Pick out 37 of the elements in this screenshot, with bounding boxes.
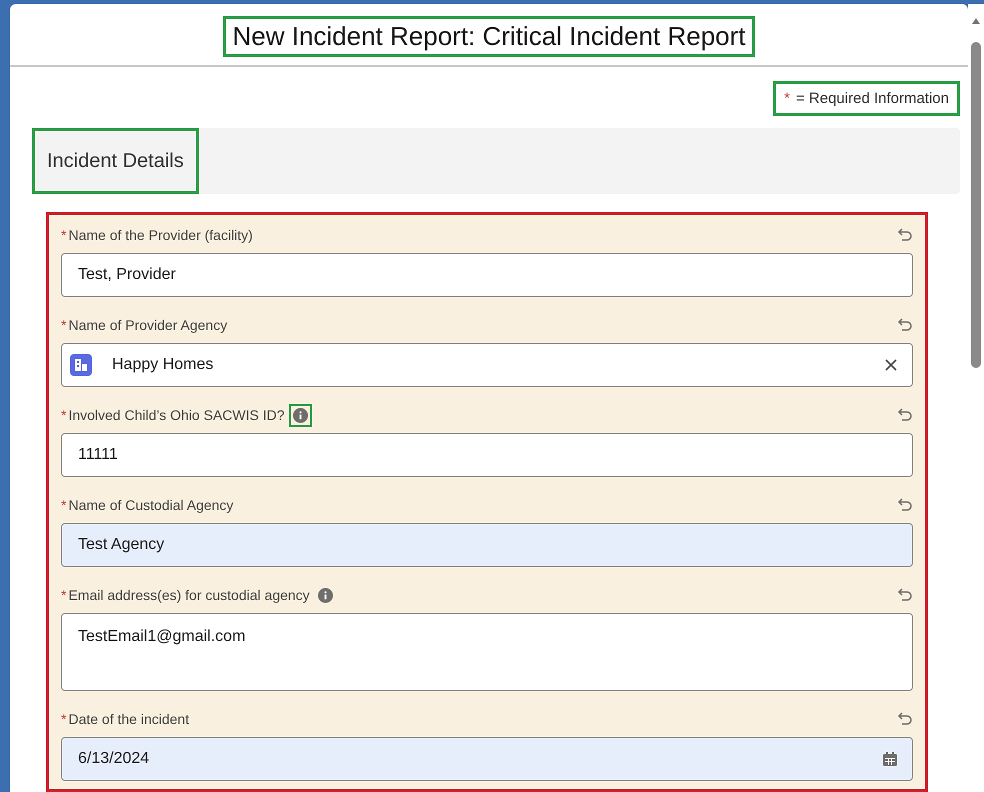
text-field[interactable]: Test Agency [61,523,913,567]
required-mark: * [61,227,66,243]
building-icon [70,354,92,376]
required-mark: * [784,90,790,107]
field-value: 6/13/2024 [78,750,150,768]
undo-icon[interactable] [897,711,913,727]
scroll-thumb[interactable] [971,42,981,368]
field-label: Involved Child’s Ohio SACWIS ID? [68,407,285,423]
text-field[interactable]: Test, Provider [61,253,913,297]
undo-icon[interactable] [897,407,913,423]
required-mark: * [61,587,66,603]
required-mark: * [61,407,66,423]
undo-icon[interactable] [897,497,913,513]
undo-icon[interactable] [897,227,913,243]
section-title: Incident Details [32,128,199,194]
field-value: Happy Homes [112,356,214,374]
dialog-title: New Incident Report: Critical Incident Report [223,16,754,57]
field-label: Email address(es) for custodial agency [68,587,310,603]
field-label: Date of the incident [68,711,190,727]
scrollbar[interactable] [968,4,984,792]
field-label: Name of Provider Agency [68,317,228,333]
close-icon[interactable] [884,358,898,372]
field-label: Name of Custodial Agency [68,497,234,513]
required-mark: * [61,497,66,513]
undo-icon[interactable] [897,317,913,333]
calendar-icon[interactable] [882,751,898,767]
required-mark: * [61,711,66,727]
required-mark: * [61,317,66,333]
lookup-field[interactable]: Happy Homes [61,343,913,387]
text-field[interactable]: 11111 [61,433,913,477]
required-note-text: = Required Information [796,90,949,107]
info-icon[interactable] [318,588,333,602]
undo-icon[interactable] [897,587,913,603]
scroll-up-icon[interactable] [972,18,980,24]
date-field[interactable]: 6/13/2024 [61,737,913,781]
text-area[interactable]: TestEmail1@gmail.com [61,613,913,691]
field-label: Name of the Provider (facility) [68,227,253,243]
